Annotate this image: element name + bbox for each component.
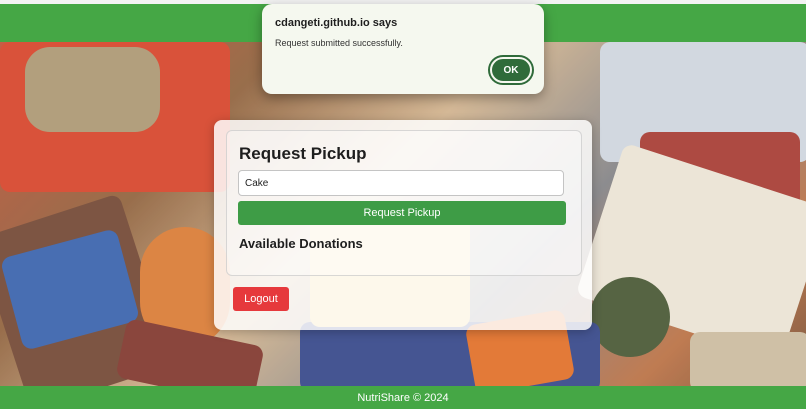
- dialog-title: cdangeti.github.io says: [275, 17, 398, 29]
- footer-text: NutriShare © 2024: [357, 391, 449, 404]
- footer: NutriShare © 2024: [0, 386, 806, 409]
- donation-input[interactable]: [238, 170, 564, 196]
- request-pickup-button[interactable]: Request Pickup: [238, 201, 566, 225]
- page-title: Request Pickup: [239, 144, 367, 163]
- dialog-message: Request submitted successfully.: [275, 38, 403, 48]
- available-donations-heading: Available Donations: [239, 236, 363, 251]
- logout-button[interactable]: Logout: [233, 287, 289, 311]
- alert-dialog: cdangeti.github.io says Request submitte…: [262, 4, 544, 94]
- dialog-ok-button[interactable]: OK: [490, 57, 532, 83]
- request-pickup-card: Request Pickup Request Pickup Available …: [214, 120, 592, 330]
